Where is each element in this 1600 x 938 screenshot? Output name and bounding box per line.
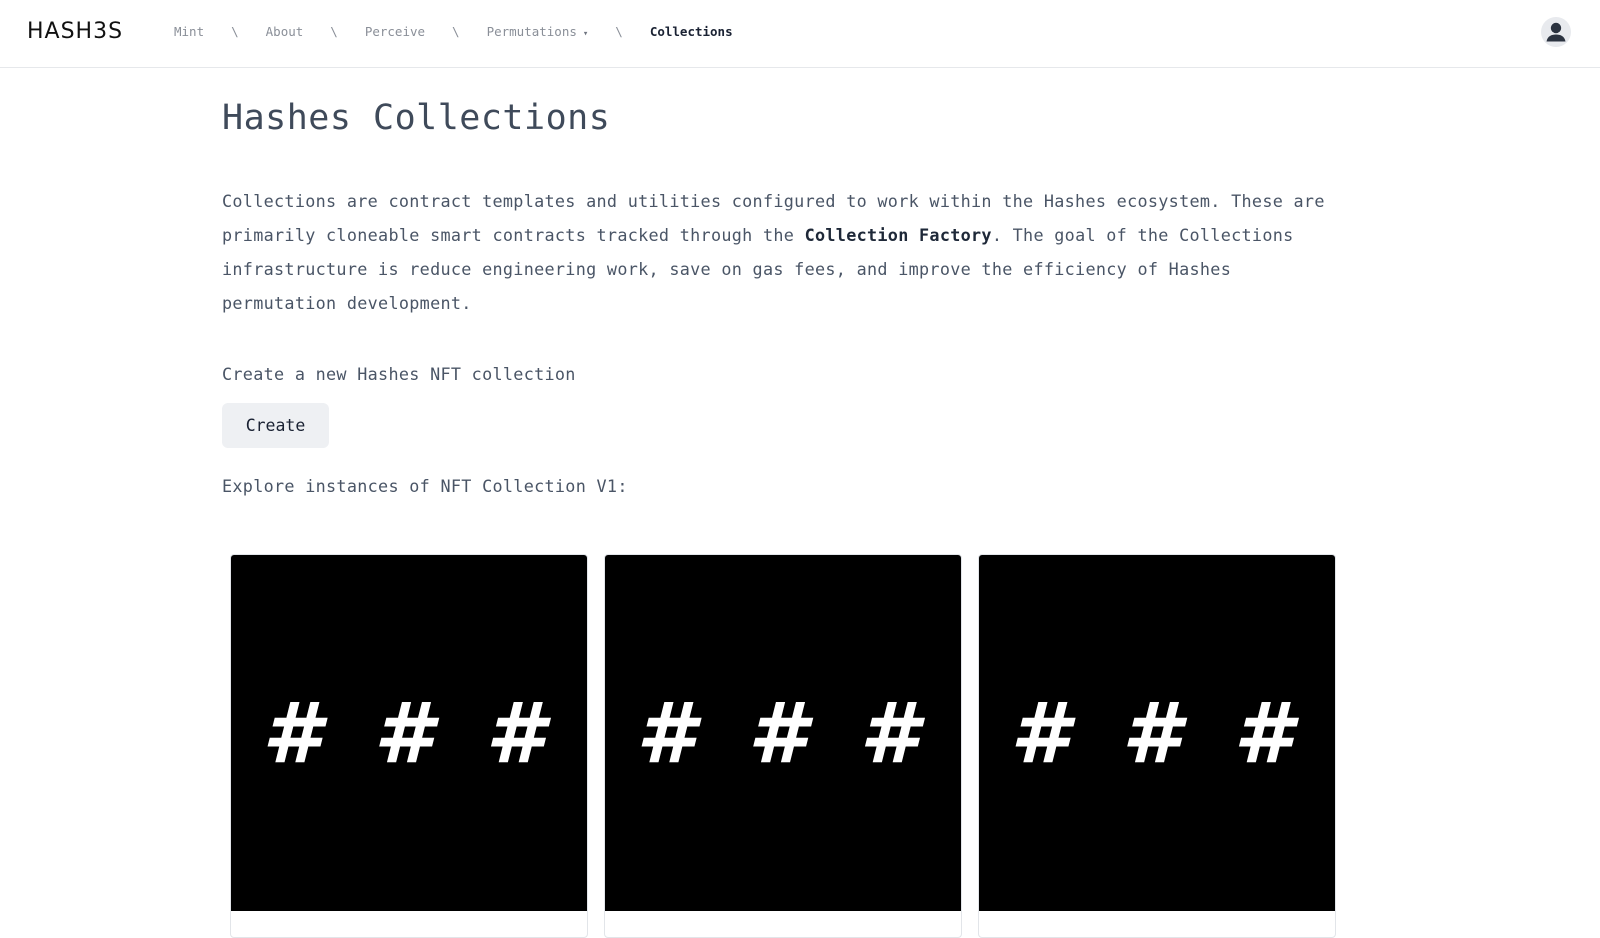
- hash-glyphs: # # #: [262, 684, 556, 782]
- create-button[interactable]: Create: [222, 403, 329, 448]
- explore-instances-label: Explore instances of NFT Collection V1:: [222, 476, 628, 496]
- top-navbar: HASH3S Mint \ About \ Perceive \ Permuta…: [0, 0, 1600, 68]
- hash-glyphs: # # #: [1010, 684, 1304, 782]
- collection-card[interactable]: # # #: [604, 554, 962, 938]
- main-nav: Mint \ About \ Perceive \ Permutations ▾ …: [174, 24, 733, 39]
- nav-separator: \: [231, 24, 239, 39]
- collection-cards-grid: # # # # # # # # #: [230, 554, 1336, 938]
- collection-card-thumbnail: # # #: [605, 555, 961, 911]
- nav-mint[interactable]: Mint: [174, 24, 204, 39]
- hash-glyphs: # # #: [636, 684, 930, 782]
- collection-card[interactable]: # # #: [230, 554, 588, 938]
- nav-about[interactable]: About: [266, 24, 304, 39]
- intro-paragraph: Collections are contract templates and u…: [222, 184, 1352, 320]
- hashes-logo[interactable]: HASH3S: [27, 19, 123, 44]
- chevron-down-icon: ▾: [582, 29, 589, 39]
- page-title: Hashes Collections: [222, 98, 611, 138]
- collection-card-thumbnail: # # #: [231, 555, 587, 911]
- nav-collections[interactable]: Collections: [650, 24, 733, 39]
- nav-permutations-dropdown[interactable]: Permutations ▾: [487, 24, 589, 39]
- collection-card[interactable]: # # #: [978, 554, 1336, 938]
- nav-separator: \: [452, 24, 460, 39]
- collection-factory-link[interactable]: Collection Factory: [805, 225, 992, 245]
- nav-permutations-label: Permutations: [486, 24, 577, 39]
- collection-card-thumbnail: # # #: [979, 555, 1335, 911]
- nav-perceive[interactable]: Perceive: [365, 24, 425, 39]
- user-silhouette-icon: [1546, 22, 1566, 42]
- create-collection-label: Create a new Hashes NFT collection: [222, 364, 576, 384]
- user-avatar-icon[interactable]: [1541, 17, 1571, 47]
- nav-separator: \: [330, 24, 338, 39]
- nav-separator: \: [615, 24, 623, 39]
